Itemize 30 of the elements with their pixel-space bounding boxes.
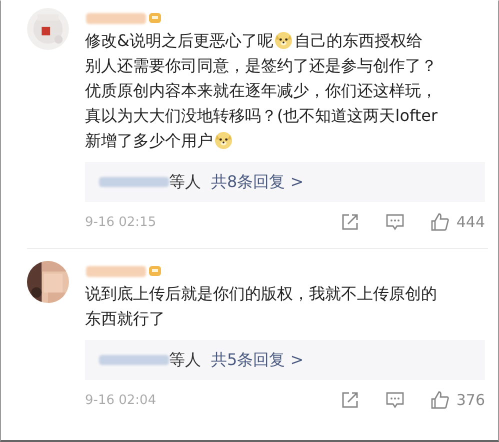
replies-label: 等人 [169, 350, 201, 370]
timestamp: 9-16 02:15 [85, 214, 156, 230]
thumbs-up-icon[interactable] [430, 390, 450, 410]
comment-icon[interactable] [385, 212, 406, 232]
like-count: 376 [456, 391, 485, 409]
badge-icon [149, 265, 161, 277]
blurred-username [99, 353, 169, 367]
dog-emoji-icon [274, 31, 294, 50]
comment-icon[interactable] [385, 390, 406, 410]
thumbs-up-icon[interactable] [430, 212, 450, 232]
comment-text: 修改&说明之后更恶心了呢 [85, 30, 274, 52]
badge-icon [149, 12, 161, 24]
comment-text: 别人还需要你司同意，是签约了还是参与创作了？ [85, 55, 437, 77]
replies-link[interactable]: 共5条回复 > [211, 350, 304, 370]
dog-emoji-icon [214, 131, 233, 150]
timestamp: 9-16 02:04 [85, 392, 156, 408]
like-count: 444 [456, 213, 485, 231]
comment-text: 自己的东西授权给 [294, 30, 422, 52]
share-icon[interactable] [340, 390, 360, 410]
blurred-username [99, 175, 169, 189]
replies-link[interactable]: 共8条回复 > [211, 172, 304, 192]
replies-label: 等人 [169, 172, 201, 192]
comment-text: 说到底上传后就是你们的版权，我就不上传原创的 [85, 283, 437, 305]
comment-text: 新增了多少个用户 [85, 130, 213, 152]
replies-panel[interactable]: 等人 共8条回复 > [85, 162, 485, 202]
comment-text: 优质原创内容本来就在逐年减少，你们还这样玩， [85, 80, 437, 102]
share-icon[interactable] [340, 212, 360, 232]
comment-text: 真以为大大们没地转移吗？(也不知道这两天lofter [85, 105, 438, 127]
comment-text: 东西就行了 [85, 308, 165, 330]
replies-panel[interactable]: 等人 共5条回复 > [85, 340, 485, 380]
